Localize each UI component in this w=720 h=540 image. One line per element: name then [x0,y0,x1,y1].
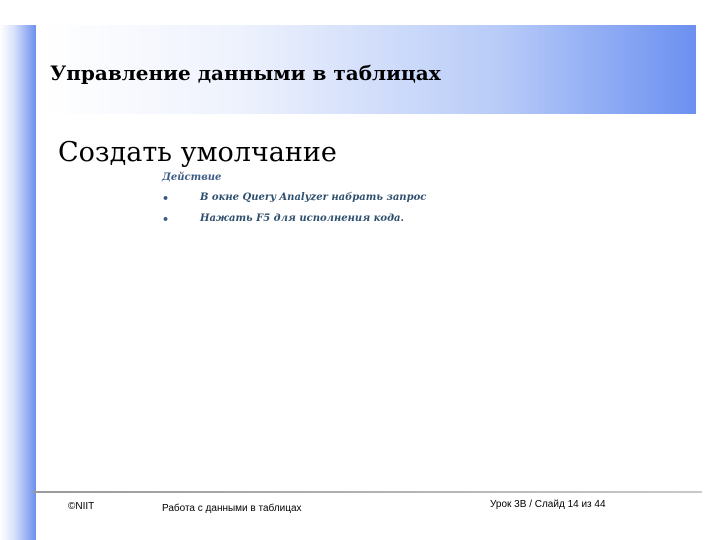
footer-slide-number: Урок 3В / Слайд 14 из 44 [490,499,606,510]
bullet-text: В окне Query Analyzer набрать запрос [200,192,427,203]
footer-course-title: Работа с данными в таблицах [162,503,302,514]
section-label: Действие [162,172,222,183]
title-band: Управление данными в таблицах [44,25,696,114]
left-decorative-bar [0,25,36,540]
bullet-text: Нажать F5 для исполнения кода. [200,213,404,224]
slide-subtitle: Создать умолчание [58,137,337,168]
bullet-icon: • [162,192,170,205]
footer-copyright: ©NIIT [68,501,95,512]
slide-title: Управление данными в таблицах [50,61,441,85]
bullet-icon: • [162,213,170,226]
footer-divider [33,491,702,493]
